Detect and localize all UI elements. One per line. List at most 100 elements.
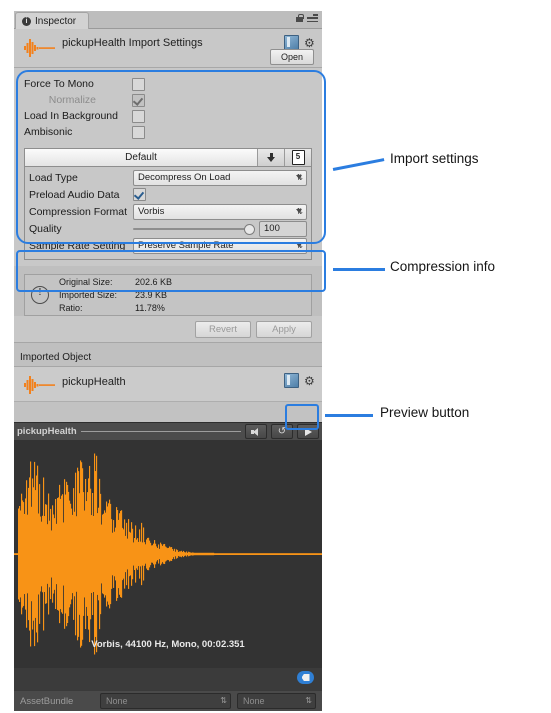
- imported-object-name: pickupHealth: [62, 376, 126, 388]
- load-type-value: Decompress On Load: [138, 171, 231, 183]
- platform-settings-fields: Load Type Decompress On Load ⇅ Preload A…: [24, 167, 312, 260]
- asset-bundle-value: None: [106, 696, 128, 706]
- html5-platform-icon[interactable]: [285, 149, 311, 166]
- loop-icon: ↺: [277, 425, 287, 437]
- section-divider: [14, 342, 322, 350]
- import-settings-section: Force To Mono Normalize Load In Backgrou…: [14, 68, 322, 266]
- row-normalize: Normalize: [24, 92, 312, 108]
- warning-info-icon: [31, 286, 49, 304]
- gear-icon[interactable]: ⚙: [304, 37, 316, 49]
- asset-bundle-variant-dropdown[interactable]: None ⇅: [237, 693, 316, 709]
- original-size-value: 202.6 KB: [135, 276, 173, 287]
- callout-label-compression-info: Compression info: [390, 259, 496, 274]
- quality-slider-handle[interactable]: [244, 223, 255, 235]
- lock-icon[interactable]: [296, 14, 304, 22]
- table-row: Ratio: 11.78%: [59, 303, 172, 314]
- load-in-background-checkbox[interactable]: [132, 109, 145, 123]
- play-icon: [304, 427, 312, 436]
- ratio-label: Ratio:: [59, 302, 83, 313]
- inspector-panel: i Inspector pickupHealth Import Settings…: [14, 11, 322, 711]
- tab-bar-controls: [296, 14, 318, 22]
- ambisonic-checkbox[interactable]: [132, 125, 145, 139]
- asset-bundle-dropdown[interactable]: None ⇅: [100, 693, 231, 709]
- preload-audio-data-checkbox[interactable]: [133, 188, 146, 201]
- imported-object-icons: ⚙: [284, 373, 316, 388]
- audio-waveform-icon: [24, 376, 55, 394]
- row-sample-rate-setting: Sample Rate Setting Preserve Sample Rate…: [29, 237, 307, 254]
- original-size-label: Original Size:: [59, 276, 113, 287]
- leader-line-compression-info: [333, 268, 385, 271]
- preview-volume-button[interactable]: [245, 424, 267, 439]
- chevron-updown-icon: ⇅: [305, 696, 312, 705]
- header-icon-group: ⚙: [284, 35, 316, 50]
- download-arrow-icon[interactable]: [258, 149, 285, 166]
- asset-tag-row: [14, 668, 322, 690]
- load-in-background-label: Load In Background: [24, 110, 118, 122]
- audio-waveform-icon: [24, 39, 55, 57]
- compression-info-box: Original Size: 202.6 KB Imported Size: 2…: [24, 274, 312, 316]
- compression-format-label: Compression Format: [29, 205, 128, 218]
- tag-badge-icon[interactable]: [297, 671, 314, 684]
- leader-line-preview-button: [325, 414, 373, 417]
- waveform-graphic: [14, 440, 322, 668]
- gear-icon[interactable]: ⚙: [304, 375, 316, 387]
- asset-header: pickupHealth Import Settings ⚙ Open: [14, 29, 322, 68]
- compression-info-table: Original Size: 202.6 KB Imported Size: 2…: [57, 275, 174, 316]
- normalize-label: Normalize: [48, 94, 96, 106]
- chevron-updown-icon: ⇅: [296, 172, 303, 182]
- info-circle-icon: i: [22, 16, 31, 26]
- compression-format-dropdown[interactable]: Vorbis ⇅: [133, 203, 307, 220]
- ratio-value: 11.78%: [135, 302, 165, 313]
- chevron-updown-icon: ⇅: [296, 206, 303, 216]
- apply-bar: Revert Apply: [14, 316, 322, 342]
- platform-tab-default[interactable]: Default: [25, 149, 258, 166]
- table-row: Original Size: 202.6 KB: [59, 277, 172, 288]
- preview-clip-name: pickupHealth: [17, 426, 77, 437]
- asset-bundle-variant-value: None: [243, 696, 265, 706]
- preview-separator-line: [80, 431, 241, 432]
- quality-label: Quality: [29, 222, 62, 235]
- sample-rate-setting-dropdown[interactable]: Preserve Sample Rate ⇅: [133, 237, 307, 254]
- row-load-in-background[interactable]: Load In Background: [24, 108, 312, 124]
- preview-play-button[interactable]: [297, 424, 319, 439]
- sample-rate-setting-label: Sample Rate Setting: [29, 239, 126, 252]
- quality-value-field[interactable]: 100: [259, 220, 307, 237]
- speaker-icon: [251, 427, 261, 436]
- preset-book-icon[interactable]: [284, 373, 299, 388]
- row-ambisonic[interactable]: Ambisonic: [24, 124, 312, 140]
- row-load-type: Load Type Decompress On Load ⇅: [29, 169, 307, 186]
- row-preload-audio-data[interactable]: Preload Audio Data: [29, 187, 307, 202]
- waveform-info-label: Vorbis, 44100 Hz, Mono, 00:02.351: [91, 639, 245, 650]
- preload-audio-data-label: Preload Audio Data: [29, 188, 120, 201]
- revert-button[interactable]: Revert: [195, 320, 251, 338]
- callout-label-import-settings: Import settings: [390, 151, 479, 166]
- sample-rate-setting-value: Preserve Sample Rate: [138, 239, 234, 251]
- inspector-tab-bar: i Inspector: [14, 11, 322, 29]
- preview-loop-button[interactable]: ↺: [271, 424, 293, 439]
- force-to-mono-label: Force To Mono: [24, 78, 94, 90]
- load-type-dropdown[interactable]: Decompress On Load ⇅: [133, 169, 307, 186]
- imported-size-value: 23.9 KB: [135, 289, 168, 300]
- tab-inspector-label: Inspector: [35, 15, 77, 27]
- preset-book-icon[interactable]: [284, 35, 299, 50]
- quality-slider[interactable]: [133, 222, 255, 236]
- imported-object-body: [14, 402, 322, 422]
- hamburger-menu-icon[interactable]: [307, 14, 318, 22]
- tab-inspector[interactable]: i Inspector: [15, 12, 90, 29]
- table-row: Imported Size: 23.9 KB: [59, 290, 172, 301]
- apply-button[interactable]: Apply: [256, 320, 312, 338]
- load-type-label: Load Type: [29, 171, 78, 184]
- row-compression-format: Compression Format Vorbis ⇅: [29, 203, 307, 220]
- page-title: pickupHealth Import Settings: [62, 37, 203, 49]
- imported-object-row[interactable]: pickupHealth ⚙: [14, 367, 322, 402]
- callout-label-preview-button: Preview button: [380, 405, 470, 420]
- row-force-to-mono[interactable]: Force To Mono: [24, 76, 312, 92]
- quality-slider-track: [133, 227, 255, 230]
- asset-bundle-row: AssetBundle None ⇅ None ⇅: [14, 690, 322, 711]
- leader-line-import-settings: [332, 158, 385, 171]
- open-button[interactable]: Open: [270, 49, 314, 65]
- row-quality: Quality 100: [29, 220, 307, 237]
- force-to-mono-checkbox[interactable]: [132, 77, 145, 91]
- imported-size-label: Imported Size:: [59, 289, 118, 300]
- preview-toolbar: pickupHealth ↺: [14, 422, 322, 440]
